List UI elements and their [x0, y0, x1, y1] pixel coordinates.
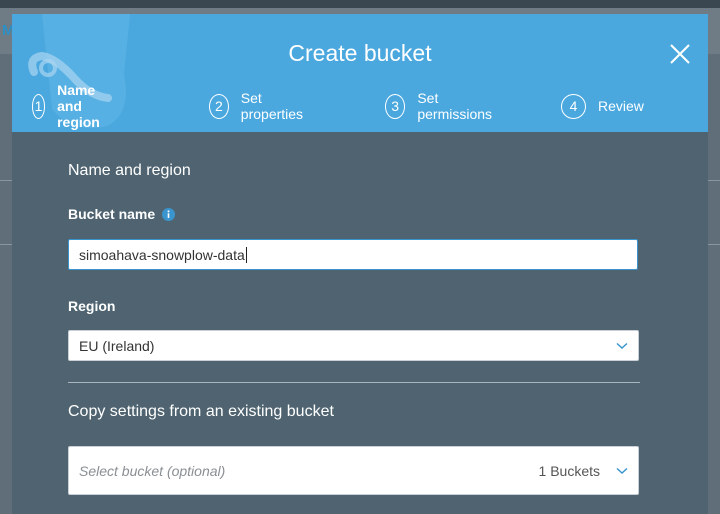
step-number: 1	[32, 93, 46, 119]
close-button[interactable]	[668, 42, 692, 66]
create-bucket-modal: Create bucket 1 Name and region 2 Set pr…	[12, 14, 708, 514]
copy-settings-placeholder: Select bucket (optional)	[79, 462, 226, 479]
step-set-permissions[interactable]: 3 Set permissions	[385, 90, 497, 122]
bucket-name-label: Bucket name	[68, 206, 176, 222]
chevron-down-icon	[616, 342, 628, 349]
step-label: Review	[598, 98, 644, 114]
step-name-and-region[interactable]: 1 Name and region	[32, 82, 112, 130]
step-number: 2	[209, 93, 229, 119]
copy-settings-title: Copy settings from an existing bucket	[68, 403, 334, 420]
step-label: Name and region	[57, 82, 100, 130]
bucket-name-label-text: Bucket name	[68, 206, 156, 222]
region-value: EU (Ireland)	[79, 337, 155, 354]
chevron-down-icon	[616, 467, 628, 474]
bucket-count: 1 Buckets	[538, 462, 600, 479]
step-review[interactable]: 4 Review	[561, 92, 644, 120]
bucket-name-value: simoahava-snowplow-data	[79, 246, 245, 263]
copy-settings-select[interactable]: Select bucket (optional) 1 Buckets	[68, 446, 639, 495]
info-icon[interactable]	[162, 207, 176, 221]
step-label: Set properties	[240, 90, 304, 122]
background-divider	[0, 180, 12, 181]
background-divider	[708, 244, 720, 245]
region-label: Region	[68, 298, 116, 314]
step-set-properties[interactable]: 2 Set properties	[209, 90, 308, 122]
section-divider	[68, 382, 640, 383]
background-divider	[0, 244, 12, 245]
bucket-name-input[interactable]: simoahava-snowplow-data	[68, 239, 638, 270]
step-number: 3	[385, 93, 406, 119]
text-caret	[245, 246, 247, 263]
background-divider	[708, 180, 720, 181]
region-select[interactable]: EU (Ireland)	[68, 330, 639, 361]
section-title: Name and region	[68, 162, 191, 179]
background-top-bar	[0, 0, 720, 8]
step-label: Set permissions	[417, 90, 493, 122]
step-number: 4	[561, 93, 586, 119]
close-icon	[670, 44, 690, 64]
modal-header: Create bucket 1 Name and region 2 Set pr…	[12, 14, 708, 132]
modal-title: Create bucket	[288, 40, 432, 66]
